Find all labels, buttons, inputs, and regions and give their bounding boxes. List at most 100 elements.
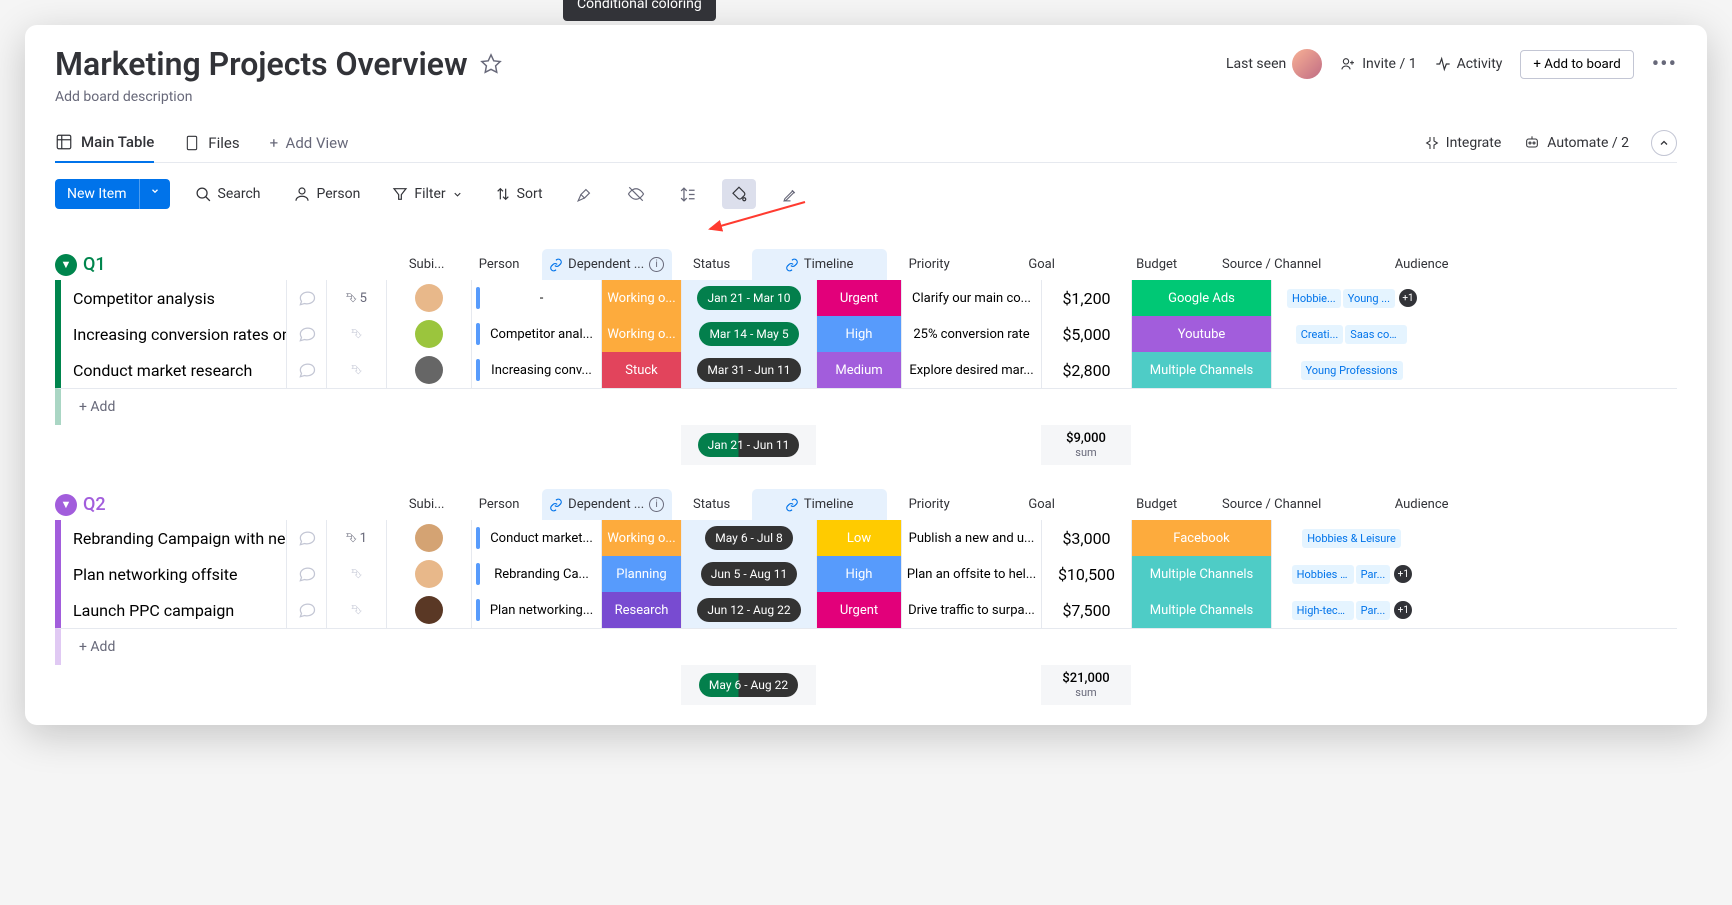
goal-cell[interactable]: Drive traffic to surpa...	[901, 592, 1041, 628]
col-timeline[interactable]: Timeline	[752, 249, 887, 280]
col-budget[interactable]: Budget	[1112, 249, 1202, 280]
col-dependent[interactable]: Dependent ...i	[542, 249, 672, 280]
source-cell[interactable]: Facebook	[1131, 520, 1271, 556]
new-item-button[interactable]: New Item	[55, 179, 170, 209]
timeline-cell[interactable]: Jun 12 - Aug 22	[681, 592, 816, 628]
automate-button[interactable]: Automate / 2	[1523, 135, 1629, 151]
conversation-icon[interactable]	[286, 556, 326, 592]
timeline-cell[interactable]: May 6 - Jul 8	[681, 520, 816, 556]
col-timeline[interactable]: Timeline	[752, 489, 887, 520]
col-person[interactable]: Person	[457, 249, 542, 280]
priority-cell[interactable]: Urgent	[816, 280, 901, 316]
item-name[interactable]: Launch PPC campaign	[61, 592, 286, 628]
timeline-cell[interactable]: Jan 21 - Mar 10	[681, 280, 816, 316]
source-cell[interactable]: Multiple Channels	[1131, 556, 1271, 592]
conversation-icon[interactable]	[286, 352, 326, 388]
add-item-row[interactable]: + Add	[55, 388, 1677, 425]
item-name[interactable]: Competitor analysis	[61, 280, 286, 316]
goal-cell[interactable]: Plan an offsite to hel...	[901, 556, 1041, 592]
subitems-cell[interactable]: ⮷ 1	[326, 520, 386, 556]
tab-main-table[interactable]: Main Table	[55, 123, 154, 163]
priority-cell[interactable]: High	[816, 316, 901, 352]
audience-more[interactable]: +1	[1394, 565, 1412, 583]
audience-tag[interactable]: High-tech In...	[1292, 601, 1354, 620]
timeline-cell[interactable]: Jun 5 - Aug 11	[681, 556, 816, 592]
budget-cell[interactable]: $1,200	[1041, 280, 1131, 316]
priority-cell[interactable]: Urgent	[816, 592, 901, 628]
audience-cell[interactable]: Hobbie...Young ...+1	[1271, 280, 1431, 316]
audience-tag[interactable]: Hobbie...	[1287, 289, 1341, 308]
person-cell[interactable]	[386, 556, 471, 592]
audience-tag[interactable]: Hobbies & Leisure	[1302, 529, 1401, 548]
source-cell[interactable]: Youtube	[1131, 316, 1271, 352]
status-cell[interactable]: Working o...	[601, 316, 681, 352]
col-status[interactable]: Status	[672, 489, 752, 520]
person-cell[interactable]	[386, 280, 471, 316]
status-cell[interactable]: Stuck	[601, 352, 681, 388]
item-name[interactable]: Rebranding Campaign with new lo...	[61, 520, 286, 556]
edit-icon[interactable]	[774, 180, 807, 209]
collapse-header-button[interactable]	[1651, 130, 1677, 156]
chevron-down-icon[interactable]	[139, 179, 170, 209]
sort-button[interactable]: Sort	[488, 181, 550, 207]
audience-more[interactable]: +1	[1399, 289, 1417, 307]
col-goal[interactable]: Goal	[972, 489, 1112, 520]
goal-cell[interactable]: Clarify our main co...	[901, 280, 1041, 316]
dependent-cell[interactable]: Conduct market...	[471, 520, 601, 556]
pin-icon[interactable]	[568, 180, 601, 209]
add-view-button[interactable]: + Add View	[270, 124, 349, 162]
board-description[interactable]: Add board description	[55, 89, 1677, 105]
audience-tag[interactable]: Young Professions	[1301, 361, 1403, 380]
audience-tag[interactable]: Young ...	[1343, 289, 1395, 308]
priority-cell[interactable]: High	[816, 556, 901, 592]
source-cell[interactable]: Google Ads	[1131, 280, 1271, 316]
source-cell[interactable]: Multiple Channels	[1131, 352, 1271, 388]
dependent-cell[interactable]: Rebranding Ca...	[471, 556, 601, 592]
conversation-icon[interactable]	[286, 316, 326, 352]
col-goal[interactable]: Goal	[972, 249, 1112, 280]
col-budget[interactable]: Budget	[1112, 489, 1202, 520]
dependent-cell[interactable]: Plan networking...	[471, 592, 601, 628]
col-audience[interactable]: Audience	[1342, 489, 1502, 520]
more-menu-icon[interactable]: •••	[1652, 52, 1677, 77]
subitems-cell[interactable]: ⮷ 5	[326, 280, 386, 316]
star-icon[interactable]	[480, 53, 502, 75]
subitems-cell[interactable]: ⮷	[326, 352, 386, 388]
group-toggle[interactable]: ▼	[55, 254, 77, 276]
add-item-row[interactable]: + Add	[55, 628, 1677, 665]
group-name[interactable]: Q2	[83, 494, 106, 515]
conditional-coloring-icon[interactable]	[722, 179, 756, 209]
audience-tag[interactable]: Creati...	[1296, 325, 1344, 344]
item-name[interactable]: Plan networking offsite	[61, 556, 286, 592]
goal-cell[interactable]: Explore desired mar...	[901, 352, 1041, 388]
col-subitems[interactable]: Subi...	[397, 489, 457, 520]
subitems-cell[interactable]: ⮷	[326, 592, 386, 628]
person-filter-button[interactable]: Person	[286, 180, 368, 208]
item-name[interactable]: Conduct market research	[61, 352, 286, 388]
height-icon[interactable]	[671, 180, 704, 209]
budget-cell[interactable]: $3,000	[1041, 520, 1131, 556]
subitems-cell[interactable]: ⮷	[326, 316, 386, 352]
integrate-button[interactable]: Integrate	[1424, 135, 1502, 151]
budget-cell[interactable]: $10,500	[1041, 556, 1131, 592]
col-status[interactable]: Status	[672, 249, 752, 280]
person-cell[interactable]	[386, 520, 471, 556]
dependent-cell[interactable]: -	[471, 280, 601, 316]
status-cell[interactable]: Working o...	[601, 520, 681, 556]
invite-button[interactable]: Invite / 1	[1340, 56, 1416, 72]
audience-cell[interactable]: Creati...Saas compa...	[1271, 316, 1431, 352]
priority-cell[interactable]: Medium	[816, 352, 901, 388]
audience-tag[interactable]: Saas compa...	[1345, 325, 1407, 344]
col-dependent[interactable]: Dependent ...i	[542, 489, 672, 520]
item-name[interactable]: Increasing conversion rates on lan...	[61, 316, 286, 352]
audience-cell[interactable]: Hobbies & ...Par...+1	[1271, 556, 1431, 592]
person-cell[interactable]	[386, 592, 471, 628]
budget-cell[interactable]: $5,000	[1041, 316, 1131, 352]
add-to-board-button[interactable]: + Add to board	[1520, 50, 1633, 79]
audience-tag[interactable]: Par...	[1356, 601, 1391, 620]
budget-cell[interactable]: $2,800	[1041, 352, 1131, 388]
dependent-cell[interactable]: Competitor anal...	[471, 316, 601, 352]
col-priority[interactable]: Priority	[887, 489, 972, 520]
col-subitems[interactable]: Subi...	[397, 249, 457, 280]
search-button[interactable]: Search	[188, 181, 268, 208]
